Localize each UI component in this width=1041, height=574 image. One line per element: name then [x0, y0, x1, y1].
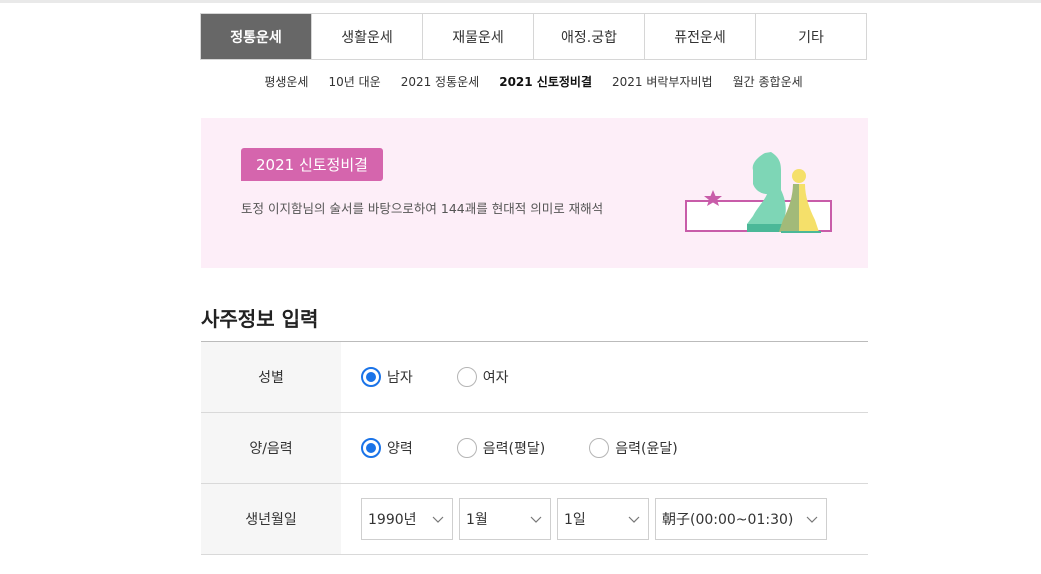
- main-tabs: 정통운세 생활운세 재물운세 애정.궁합 퓨전운세 기타: [200, 13, 867, 60]
- section-title: 사주정보 입력: [201, 307, 319, 331]
- gender-female-label: 여자: [482, 370, 509, 386]
- radio-unchecked-icon: [589, 438, 610, 458]
- tab-fusion-fortune[interactable]: 퓨전운세: [644, 14, 755, 59]
- gender-male-radio[interactable]: 남자: [361, 367, 413, 387]
- chevron-down-icon: [530, 516, 542, 523]
- banner-title-badge: 2021 신토정비결: [241, 148, 383, 181]
- subnav-lifetime-fortune[interactable]: 평생운세: [264, 73, 308, 93]
- sub-navigation: 평생운세 10년 대운 2021 정통운세 2021 신토정비결 2021 벼락…: [200, 73, 867, 93]
- calendar-row: 양/음력 양력 음력(평달) 음력(윤달): [201, 413, 868, 484]
- calendar-lunar-leap-radio[interactable]: 음력(윤달): [589, 438, 678, 458]
- gender-row: 성별 남자 여자: [201, 342, 868, 413]
- radio-unchecked-icon: [456, 438, 477, 458]
- service-banner: 2021 신토정비결 토정 이지함님의 술서를 바탕으로하여 144괘를 현대적…: [201, 118, 868, 268]
- subnav-ten-year-fortune[interactable]: 10년 대운: [328, 73, 380, 93]
- tab-etc[interactable]: 기타: [755, 14, 866, 59]
- gender-label: 성별: [201, 342, 341, 412]
- tab-wealth-fortune[interactable]: 재물운세: [422, 14, 533, 59]
- saju-info-form: 성별 남자 여자 양/음력 양력 음력(평달) 음력(윤달) 생년월일 1990…: [201, 341, 868, 555]
- subnav-monthly-fortune[interactable]: 월간 종합운세: [733, 73, 803, 93]
- chevron-down-icon: [628, 516, 640, 523]
- birth-month-select[interactable]: 1월: [459, 498, 551, 540]
- birth-day-value: 1일: [564, 512, 586, 528]
- birth-time-select[interactable]: 朝子(00:00~01:30): [655, 498, 827, 540]
- subnav-2021-sudden-wealth[interactable]: 2021 벼락부자비법: [612, 73, 713, 93]
- calendar-solar-label: 양력: [387, 441, 413, 457]
- birth-month-value: 1월: [466, 512, 488, 528]
- calendar-label: 양/음력: [201, 413, 341, 483]
- subnav-2021-tojeong[interactable]: 2021 신토정비결: [499, 73, 592, 93]
- top-divider: [0, 0, 1041, 3]
- calendar-lunar-normal-label: 음력(평달): [482, 441, 546, 457]
- birth-day-select[interactable]: 1일: [557, 498, 649, 540]
- chevron-down-icon: [806, 516, 818, 523]
- chess-pieces-illustration: [685, 152, 832, 233]
- tab-traditional-fortune[interactable]: 정통운세: [201, 14, 311, 59]
- calendar-solar-radio[interactable]: 양력: [361, 438, 413, 458]
- birthdate-label: 생년월일: [201, 484, 341, 554]
- gender-male-label: 남자: [387, 370, 413, 386]
- calendar-lunar-leap-label: 음력(윤달): [615, 441, 678, 457]
- tab-love-compatibility[interactable]: 애정.궁합: [533, 14, 644, 59]
- tab-life-fortune[interactable]: 생활운세: [311, 14, 422, 59]
- radio-checked-icon: [361, 367, 381, 387]
- birthdate-row: 생년월일 1990년 1월 1일 朝子(00:00~01:30): [201, 484, 868, 555]
- birth-time-value: 朝子(00:00~01:30): [662, 512, 794, 528]
- birth-year-value: 1990년: [368, 512, 417, 528]
- birth-year-select[interactable]: 1990년: [361, 498, 453, 540]
- radio-checked-icon: [361, 438, 381, 458]
- radio-unchecked-icon: [456, 367, 477, 387]
- chevron-down-icon: [432, 516, 444, 523]
- subnav-2021-traditional[interactable]: 2021 정통운세: [401, 73, 480, 93]
- gender-female-radio[interactable]: 여자: [456, 367, 509, 387]
- banner-description: 토정 이지함님의 술서를 바탕으로하여 144괘를 현대적 의미로 재해석: [241, 201, 604, 216]
- calendar-lunar-normal-radio[interactable]: 음력(평달): [456, 438, 546, 458]
